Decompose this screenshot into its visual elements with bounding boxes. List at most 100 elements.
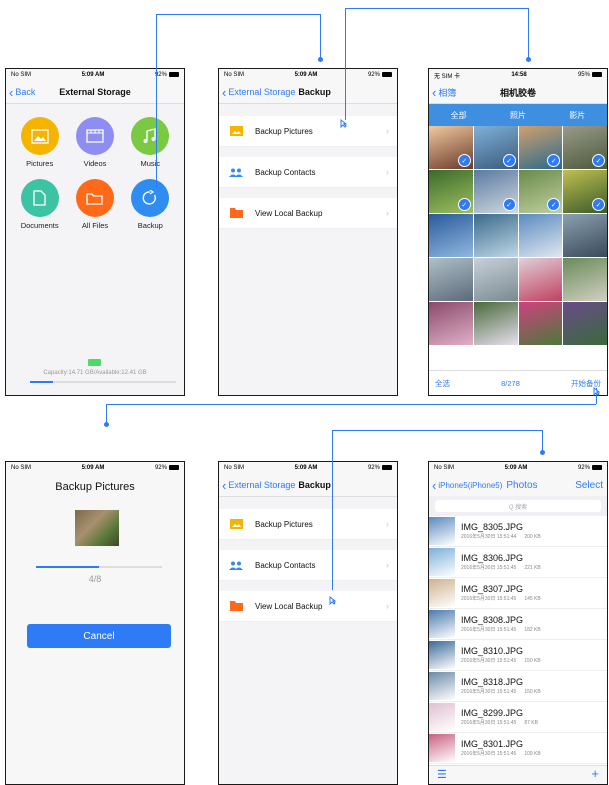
tab-all[interactable]: 全部 [451, 110, 467, 121]
cursor-icon [593, 383, 600, 392]
video-icon [76, 117, 114, 155]
photo-thumbnail[interactable] [429, 302, 473, 345]
photo-thumbnail[interactable] [563, 258, 607, 301]
photo-thumbnail[interactable]: ✓ [519, 170, 563, 213]
battery-indicator: 92% [155, 72, 179, 78]
select-all-button[interactable]: 全选 [435, 378, 450, 389]
category-all-files[interactable]: All Files [67, 179, 122, 230]
search-input[interactable]: Q 搜索 [435, 500, 601, 512]
row-label: Backup Contacts [255, 168, 315, 177]
battery-indicator: 92% [368, 72, 392, 78]
battery-icon [592, 465, 602, 470]
file-name: IMG_8308.JPG [461, 615, 541, 625]
photo-thumbnail[interactable] [474, 214, 518, 257]
select-button[interactable]: Select [575, 480, 603, 491]
list-icon[interactable]: ☰ [437, 768, 447, 781]
file-row[interactable]: IMG_8307.JPG2016年5月30日 15:51:45145 KB [429, 578, 607, 609]
category-music[interactable]: Music [123, 117, 178, 168]
back-button[interactable]: ‹Back [6, 86, 35, 99]
row-label: Backup Contacts [255, 561, 315, 570]
backup-contacts-row[interactable]: Backup Contacts › [219, 157, 397, 188]
file-row[interactable]: IMG_8308.JPG2016年5月30日 15:51:45182 KB [429, 609, 607, 640]
category-label: Backup [138, 221, 163, 230]
storage-battery-icon [88, 359, 101, 366]
cancel-button[interactable]: Cancel [27, 624, 171, 648]
file-size: 200 KB [524, 534, 540, 540]
backup-contacts-row[interactable]: Backup Contacts › [219, 550, 397, 581]
file-size: 182 KB [524, 627, 540, 633]
category-backup[interactable]: Backup [123, 179, 178, 230]
chevron-right-icon: › [386, 519, 389, 529]
category-pictures[interactable]: Pictures [12, 117, 67, 168]
cursor-icon [329, 592, 336, 601]
photo-thumbnail[interactable]: ✓ [429, 126, 473, 169]
page-title: Photos [506, 480, 537, 491]
file-meta: 2016年5月30日 15:51:44 200 KB [461, 533, 541, 540]
photo-thumbnail[interactable]: ✓ [519, 126, 563, 169]
search-bar: Q 搜索 [429, 496, 607, 516]
chevron-left-icon: ‹ [9, 86, 13, 99]
category-label: Videos [84, 159, 107, 168]
battery-icon [169, 72, 179, 77]
screen-camera-roll: 无 SIM 卡 14:58 95% ‹相簿 相机胶卷 全部 照片 影片 ✓✓✓✓… [428, 68, 608, 396]
photo-thumbnail[interactable]: ✓ [474, 126, 518, 169]
file-row[interactable]: IMG_8306.JPG2016年5月30日 15:51:45221 KB [429, 547, 607, 578]
photo-thumbnail[interactable]: ✓ [429, 170, 473, 213]
photo-thumbnail[interactable] [429, 258, 473, 301]
capacity-bar-fill [30, 381, 53, 383]
view-local-backup-row[interactable]: View Local Backup › [219, 198, 397, 229]
photo-thumbnail[interactable] [519, 258, 563, 301]
photo-thumbnail[interactable]: ✓ [474, 170, 518, 213]
file-row[interactable]: IMG_8318.JPG2016年5月30日 15:51:45150 KB [429, 671, 607, 702]
photo-thumbnail[interactable] [519, 302, 563, 345]
category-documents[interactable]: Documents [12, 179, 67, 230]
file-meta: 2016年5月30日 15:51:4587 KB [461, 719, 538, 726]
view-local-backup-row[interactable]: View Local Backup › [219, 591, 397, 622]
photo-thumbnail[interactable] [563, 214, 607, 257]
back-button[interactable]: ‹External Storage [219, 86, 295, 99]
photo-thumbnail[interactable] [519, 214, 563, 257]
tab-videos[interactable]: 影片 [569, 110, 585, 121]
file-row[interactable]: IMG_8305.JPG2016年5月30日 15:51:44200 KB [429, 516, 607, 547]
add-icon[interactable]: + [591, 766, 599, 781]
file-row[interactable]: IMG_8299.JPG2016年5月30日 15:51:4587 KB [429, 702, 607, 733]
category-videos[interactable]: Videos [67, 117, 122, 168]
photo-thumbnail[interactable] [563, 302, 607, 345]
photo-thumbnail[interactable]: ✓ [563, 170, 607, 213]
photo-thumbnail[interactable]: ✓ [563, 126, 607, 169]
gallery-footer: 全选 8/278 开始备份 [429, 370, 607, 395]
file-date: 2016年5月30日 15:51:44 [461, 534, 516, 540]
checkmark-icon: ✓ [503, 198, 516, 211]
file-size: 150 KB [524, 658, 540, 664]
back-button[interactable]: ‹相簿 [429, 86, 456, 99]
back-button[interactable]: ‹iPhone5(iPhone5) [429, 479, 502, 492]
backup-progress-bar [36, 566, 162, 568]
page-title: Backup [298, 480, 331, 490]
file-row[interactable]: IMG_8301.JPG2016年5月30日 15:51:45109 KB [429, 733, 607, 764]
file-meta: 2016年5月30日 15:51:45150 KB [461, 688, 541, 695]
current-photo-thumbnail [75, 510, 119, 546]
flow-connector [332, 430, 333, 590]
folder-icon [229, 601, 243, 611]
photo-thumbnail[interactable] [474, 258, 518, 301]
carrier-label: No SIM [11, 465, 31, 471]
picture-icon [229, 519, 243, 529]
back-button[interactable]: ‹External Storage [219, 479, 295, 492]
battery-icon [592, 72, 602, 77]
checkmark-icon: ✓ [547, 154, 560, 167]
category-label: Documents [21, 221, 59, 230]
tab-photos[interactable]: 照片 [510, 110, 526, 121]
file-thumbnail [429, 517, 455, 545]
photo-thumbnail[interactable] [474, 302, 518, 345]
screen-photo-files: No SIM 5:09 AM 92% ‹iPhone5(iPhone5) Pho… [428, 461, 608, 785]
chevron-right-icon: › [386, 167, 389, 177]
carrier-label: No SIM [11, 72, 31, 78]
picture-icon [229, 126, 243, 136]
backup-pictures-row[interactable]: Backup Pictures › [219, 509, 397, 540]
backup-pictures-row[interactable]: Backup Pictures › [219, 116, 397, 147]
screen-backup-progress: No SIM 5:09 AM 92% Backup Pictures 4/8 C… [5, 461, 185, 785]
photo-thumbnail[interactable] [429, 214, 473, 257]
checkmark-icon: ✓ [503, 154, 516, 167]
battery-icon [169, 465, 179, 470]
file-row[interactable]: IMG_8310.JPG2016年5月30日 15:51:45150 KB [429, 640, 607, 671]
